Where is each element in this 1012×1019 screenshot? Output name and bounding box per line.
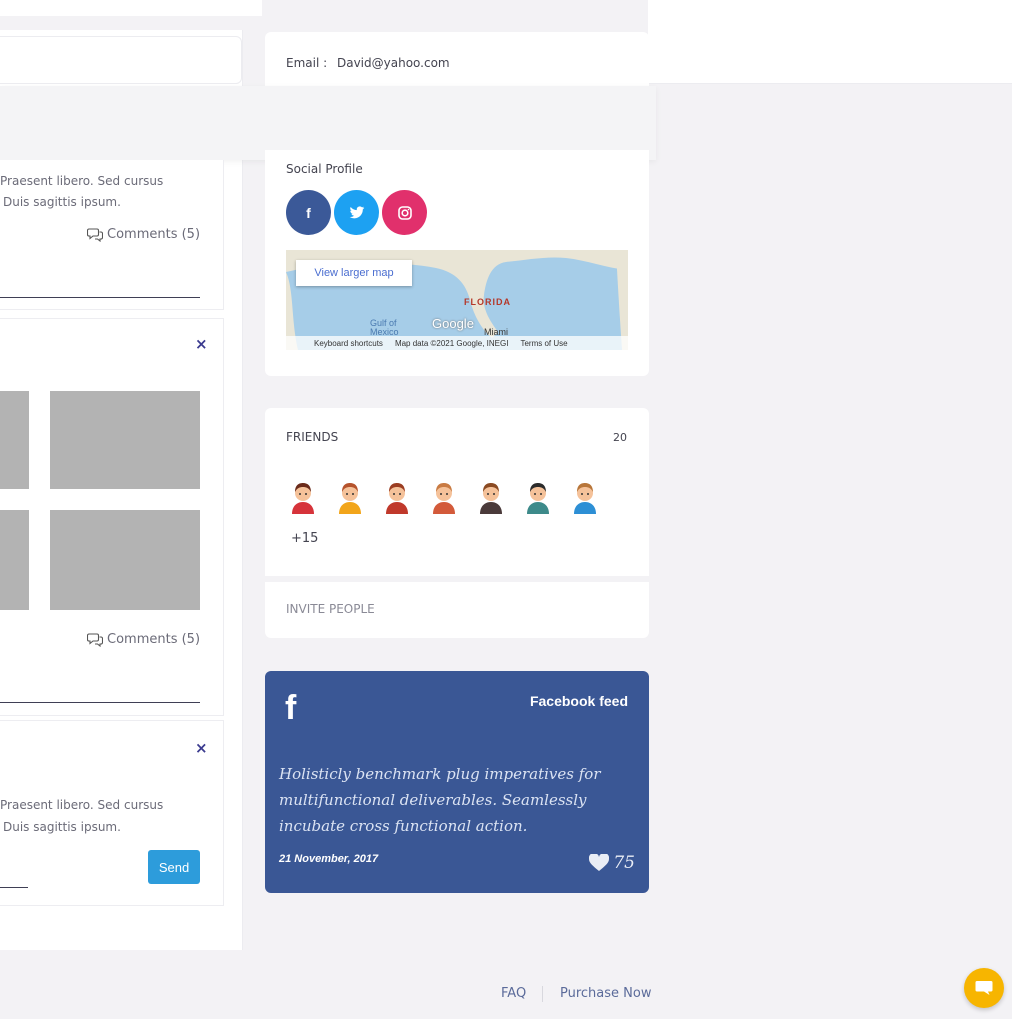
map-water-label: Gulf of Mexico (370, 318, 399, 337)
close-icon[interactable]: × (195, 739, 208, 757)
post-image[interactable] (50, 510, 200, 610)
top-strip (0, 0, 262, 16)
close-icon[interactable]: × (195, 335, 208, 353)
contact-card: Email : David@yahoo.com (265, 32, 649, 92)
comments-icon (87, 227, 103, 242)
view-larger-map-button[interactable]: View larger map (296, 260, 412, 286)
comments-icon (87, 632, 103, 647)
facebook-icon: f (285, 689, 297, 727)
twitter-icon (349, 205, 364, 218)
avatar-icon (339, 483, 361, 514)
invite-people-button[interactable]: INVITE PEOPLE (286, 602, 375, 616)
comments-label: Comments (5) (107, 632, 201, 647)
likes-button[interactable]: 75 (589, 853, 635, 873)
more-friends-count[interactable]: +15 (291, 531, 318, 546)
email-row: Email : David@yahoo.com (286, 56, 450, 70)
map-attribution: Keyboard shortcuts Map data ©2021 Google… (286, 336, 628, 350)
friend-avatar[interactable] (429, 478, 459, 514)
post-image[interactable] (0, 391, 29, 489)
friend-avatar[interactable] (288, 478, 318, 514)
feed-post: × Comments (5) (0, 318, 224, 716)
facebook-icon: f (306, 204, 311, 221)
friend-avatar[interactable] (570, 478, 600, 514)
post-image[interactable] (0, 510, 29, 610)
post-text-line: Duis sagittis ipsum. (3, 195, 121, 209)
social-profile-title: Social Profile (286, 162, 363, 176)
avatar-icon (292, 483, 314, 514)
comment-input-line[interactable] (0, 702, 200, 703)
avatar-icon (574, 483, 596, 514)
header-band (648, 0, 1012, 84)
comment-input-line[interactable] (0, 887, 28, 888)
map-state-label: FLORIDA (464, 297, 511, 307)
invite-bar[interactable]: INVITE PEOPLE (265, 582, 649, 638)
comment-input-line[interactable] (0, 297, 200, 298)
avatar-icon (480, 483, 502, 514)
friend-avatar[interactable] (335, 478, 365, 514)
friend-avatar[interactable] (523, 478, 553, 514)
email-label: Email : (286, 56, 328, 70)
friends-title: FRIENDS (286, 430, 339, 444)
friend-avatar[interactable] (382, 478, 412, 514)
sticky-band (0, 86, 656, 160)
friends-count: 20 (613, 431, 627, 444)
footer-divider (542, 986, 543, 1002)
send-button[interactable]: Send (148, 850, 200, 884)
comments-link[interactable]: Comments (5) (87, 227, 200, 242)
chat-icon (975, 981, 993, 995)
chat-help-button[interactable] (964, 968, 1004, 1008)
avatar-icon (386, 483, 408, 514)
twitter-button[interactable] (334, 190, 379, 235)
post-text-line: Praesent libero. Sed cursus (0, 798, 164, 812)
email-value[interactable]: David@yahoo.com (337, 56, 450, 70)
instagram-button[interactable] (382, 190, 427, 235)
facebook-feed-quote: Holisticly benchmark plug imperatives fo… (279, 765, 601, 835)
heart-icon (589, 854, 610, 871)
terms-link[interactable]: Terms of Use (520, 339, 567, 348)
facebook-feed-card: f Facebook feed Holisticly benchmark plu… (265, 671, 649, 893)
facebook-button[interactable]: f (286, 190, 331, 235)
google-logo: Google (432, 316, 474, 331)
location-map[interactable]: View larger map FLORIDA Gulf of Mexico M… (286, 250, 628, 350)
avatar-icon (527, 483, 549, 514)
comments-link[interactable]: Comments (5) (87, 632, 200, 647)
keyboard-shortcuts-link[interactable]: Keyboard shortcuts (314, 339, 383, 348)
likes-count: 75 (613, 853, 635, 873)
faq-link[interactable]: FAQ (501, 986, 526, 1001)
post-image[interactable] (50, 391, 200, 489)
friend-avatar[interactable] (476, 478, 506, 514)
feed-post: Praesent libero. Sed cursus Duis sagitti… (0, 160, 224, 310)
post-text-line: Praesent libero. Sed cursus (0, 174, 164, 188)
post-input-box[interactable] (0, 36, 242, 84)
facebook-feed-title: Facebook feed (529, 693, 628, 709)
avatar-icon (433, 483, 455, 514)
comments-label: Comments (5) (107, 227, 201, 242)
facebook-feed-date: 21 November, 2017 (279, 853, 379, 865)
instagram-icon (397, 205, 412, 220)
purchase-now-link[interactable]: Purchase Now (560, 986, 651, 1001)
post-text-line: Duis sagittis ipsum. (3, 820, 121, 834)
map-data-text: Map data ©2021 Google, INEGI (394, 338, 509, 348)
